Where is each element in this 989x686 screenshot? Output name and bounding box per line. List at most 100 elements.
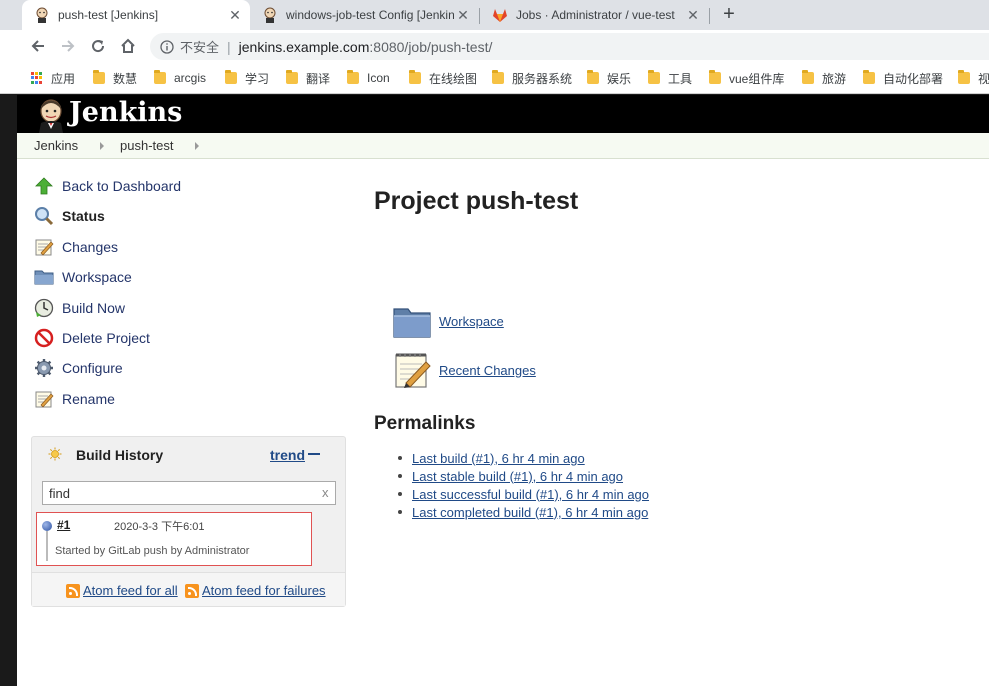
trend-link[interactable]: trend <box>270 447 305 463</box>
bookmark-label: 学习 <box>245 71 270 86</box>
home-button[interactable] <box>116 34 140 58</box>
bookmark-folder[interactable]: vue组件库 <box>709 69 784 87</box>
permalink-item[interactable]: Last build (#1), 6 hr 4 min ago <box>398 449 649 467</box>
build-history-panel: Build History trend find x #1 2020-3-3 下… <box>31 436 346 607</box>
tab-title: Jobs · Administrator / vue-test <box>516 8 675 22</box>
bookmark-folder[interactable]: 娱乐 <box>587 69 631 87</box>
security-label: 不安全 <box>180 40 220 55</box>
address-bar[interactable]: 不安全 | jenkins.example.com:8080/job/push-… <box>150 33 989 60</box>
bookmark-folder[interactable]: 视 <box>958 69 989 87</box>
build-row[interactable]: #1 2020-3-3 下午6:01 Started by GitLab pus… <box>36 512 312 566</box>
bookmark-folder[interactable]: 服务器系统 <box>492 69 572 87</box>
build-date[interactable]: 2020-3-3 下午6:01 <box>114 518 205 534</box>
build-cause: Started by GitLab push by Administrator <box>55 545 250 557</box>
notepad-icon <box>33 236 55 258</box>
close-icon[interactable]: ✕ <box>226 7 244 24</box>
task-rename[interactable]: Rename <box>33 388 115 410</box>
permalink-label: Last completed build (#1), 6 hr 4 min ag… <box>412 504 649 520</box>
trend-line-icon[interactable] <box>308 453 320 455</box>
bookmark-folder[interactable]: 旅游 <box>802 69 846 87</box>
task-label: Build Now <box>62 300 126 316</box>
bookmark-apps[interactable]: 应用 <box>31 69 75 87</box>
permalink-label: Last stable build (#1), 6 hr 4 min ago <box>412 468 624 484</box>
forward-button[interactable] <box>56 34 80 58</box>
recent-changes-link[interactable]: Recent Changes <box>392 350 536 390</box>
back-arrow-icon <box>31 40 44 52</box>
tab-separator <box>709 8 710 24</box>
task-changes[interactable]: Changes <box>33 236 118 258</box>
bookmark-label: 翻译 <box>306 71 331 86</box>
tab-push-test[interactable]: push-test [Jenkins] ✕ <box>22 0 250 30</box>
folder-icon <box>393 308 431 338</box>
bookmark-label: 自动化部署 <box>883 71 944 86</box>
tab-gitlab-jobs[interactable]: Jobs · Administrator / vue-test ✕ <box>480 0 708 30</box>
feed-label: Atom feed for all <box>83 583 178 598</box>
folder-icon <box>93 70 105 84</box>
task-label: Configure <box>62 360 123 376</box>
folder-icon <box>154 70 166 84</box>
notepad-icon <box>395 353 431 388</box>
tab-title: windows-job-test Config [Jenkins] <box>286 8 454 22</box>
up-arrow-icon <box>33 175 55 197</box>
bookmark-folder[interactable]: 数慧 <box>93 69 137 87</box>
home-icon <box>121 38 135 53</box>
new-tab-button[interactable]: + <box>717 2 741 26</box>
bookmark-label: 娱乐 <box>607 71 632 86</box>
permalink-item[interactable]: Last successful build (#1), 6 hr 4 min a… <box>398 485 649 503</box>
bookmark-folder[interactable]: 翻译 <box>286 69 330 87</box>
info-icon[interactable] <box>160 39 174 54</box>
chevron-right-icon[interactable] <box>100 142 104 150</box>
bullet <box>398 492 402 496</box>
task-delete-project[interactable]: Delete Project <box>33 327 150 349</box>
toolbar: 不安全 | jenkins.example.com:8080/job/push-… <box>0 30 989 62</box>
chevron-right-icon[interactable] <box>195 142 199 150</box>
clear-search-button[interactable]: x <box>322 485 329 500</box>
url-path: :8080/job/push-test/ <box>369 38 493 55</box>
bookmark-folder[interactable]: arcgis <box>154 69 206 87</box>
reload-icon <box>92 40 105 53</box>
folder-icon <box>225 70 237 84</box>
feed-links: Atom feed for all Atom feed for failures <box>32 572 345 606</box>
folder-icon <box>33 266 55 288</box>
close-icon[interactable]: ✕ <box>684 7 702 24</box>
build-number-link[interactable]: #1 <box>57 518 70 532</box>
jenkins-title[interactable]: Jenkins <box>69 97 182 128</box>
permalink-item[interactable]: Last stable build (#1), 6 hr 4 min ago <box>398 467 649 485</box>
tab-strip: push-test [Jenkins] ✕ windows-job-test C… <box>0 0 989 30</box>
reload-button[interactable] <box>86 34 110 58</box>
bookmark-label: vue组件库 <box>729 71 785 86</box>
bookmark-folder[interactable]: 在线绘图 <box>409 69 477 87</box>
permalink-label: Last successful build (#1), 6 hr 4 min a… <box>412 486 650 502</box>
feed-all-link[interactable]: Atom feed for all <box>66 583 178 598</box>
task-label: Status <box>62 208 105 224</box>
rss-icon <box>185 583 199 598</box>
bookmark-folder[interactable]: 自动化部署 <box>863 69 943 87</box>
task-label: Changes <box>62 239 119 255</box>
bookmark-folder[interactable]: Icon <box>347 69 390 87</box>
build-status-ball-icon <box>42 521 52 531</box>
workspace-link[interactable]: Workspace <box>392 301 504 341</box>
breadcrumb-push-test[interactable]: push-test <box>120 138 173 153</box>
task-build-now[interactable]: Build Now <box>33 297 125 319</box>
permalink-item[interactable]: Last completed build (#1), 6 hr 4 min ag… <box>398 503 649 521</box>
task-configure[interactable]: Configure <box>33 357 123 379</box>
back-button[interactable] <box>26 34 50 58</box>
task-workspace[interactable]: Workspace <box>33 266 132 288</box>
breadcrumb-jenkins[interactable]: Jenkins <box>34 138 78 153</box>
close-icon[interactable]: ✕ <box>454 7 472 24</box>
folder-icon <box>587 70 599 84</box>
task-status[interactable]: Status <box>33 205 105 227</box>
bookmark-folder[interactable]: 学习 <box>225 69 269 87</box>
build-search-input[interactable]: find <box>42 481 336 505</box>
feed-failures-link[interactable]: Atom feed for failures <box>185 583 326 598</box>
task-label: Rename <box>62 391 115 407</box>
folder-icon <box>863 70 875 84</box>
folder-icon <box>958 70 970 84</box>
bookmark-folder[interactable]: 工具 <box>648 69 692 87</box>
tab-windows-job-test[interactable]: windows-job-test Config [Jenkins] ✕ <box>250 0 478 30</box>
bookmark-label: 旅游 <box>822 71 847 86</box>
task-label: Back to Dashboard <box>62 178 182 194</box>
task-back-to-dashboard[interactable]: Back to Dashboard <box>33 175 181 197</box>
bullet <box>398 474 402 478</box>
jenkins-logo-icon[interactable] <box>35 99 67 133</box>
